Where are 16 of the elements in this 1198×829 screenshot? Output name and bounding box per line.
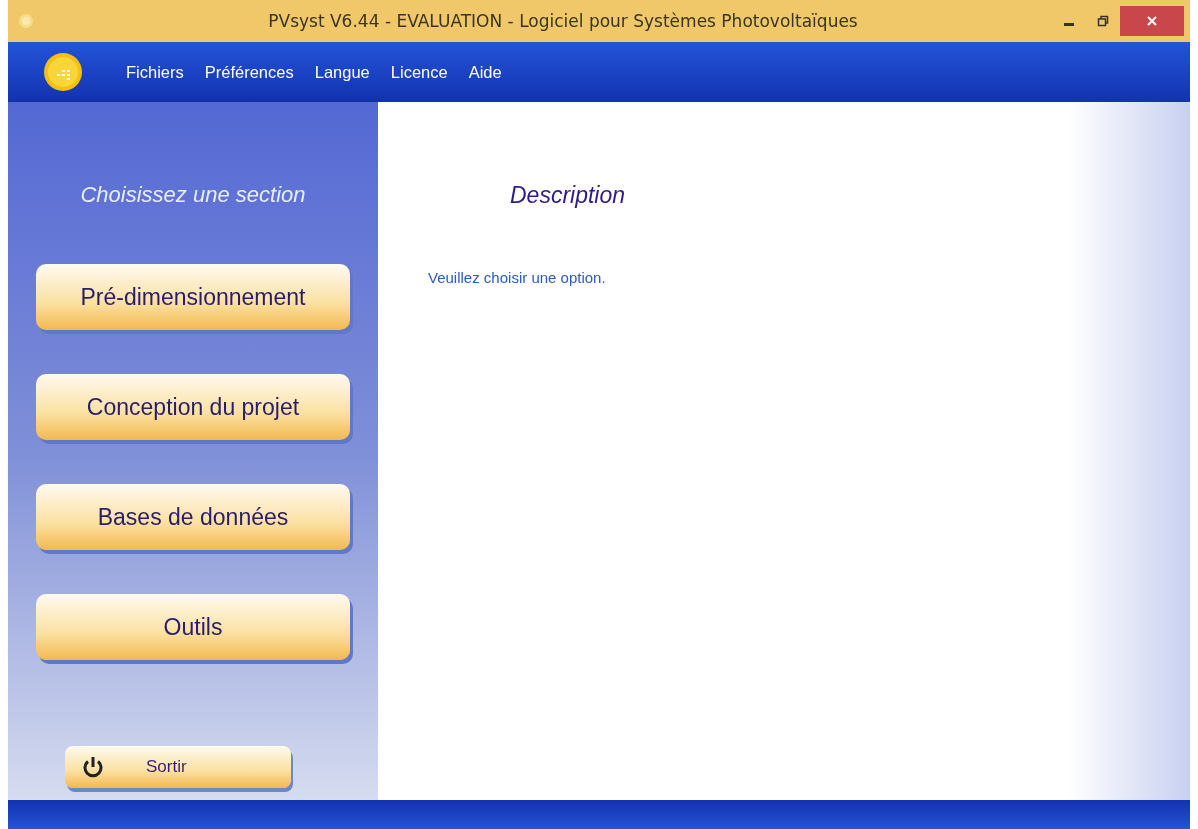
menu-item[interactable]: Licence <box>379 62 458 82</box>
window-title: PVsyst V6.44 - EVALUATION - Logiciel pour Systèmes Photovoltaïques <box>267 11 859 31</box>
description-text: Veuillez choisir une option. <box>428 269 607 286</box>
description-heading: Description <box>510 182 627 209</box>
minimize-icon <box>1064 22 1074 26</box>
menu-item[interactable]: Préférences <box>193 62 304 82</box>
close-button[interactable] <box>1120 6 1184 36</box>
menu-item[interactable]: Langue <box>303 62 380 82</box>
app-icon <box>18 13 34 29</box>
sidebar-heading: Choisissez une section <box>80 182 306 208</box>
menu-item[interactable]: Fichiers <box>115 62 194 82</box>
close-icon <box>1146 15 1158 27</box>
menu-item[interactable]: Aide <box>457 62 512 82</box>
sun-logo-icon <box>43 52 83 92</box>
restore-icon <box>1097 15 1109 27</box>
power-icon <box>82 755 104 779</box>
